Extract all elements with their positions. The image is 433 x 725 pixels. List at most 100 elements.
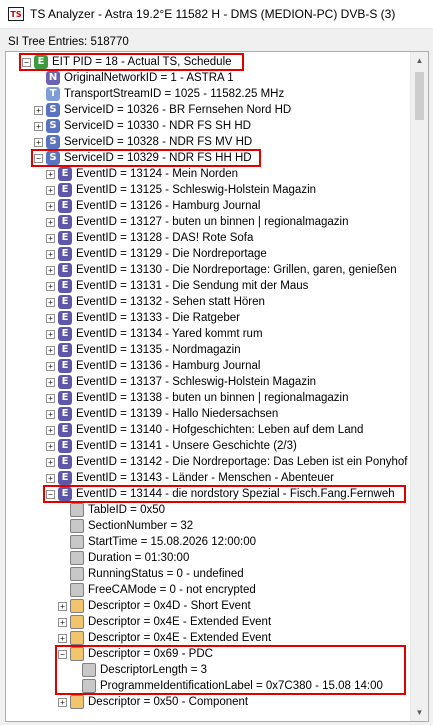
tree-row[interactable]: + E EventID = 13135 - Nordmagazin [6, 342, 406, 358]
tree-row-label: EventID = 13132 - Sehen statt Hören [76, 296, 265, 308]
tree-row[interactable]: + E EventID = 13141 - Unsere Geschichte (2… [6, 438, 406, 454]
tree-row[interactable]: + E EventID = 13126 - Hamburg Journal [6, 198, 406, 214]
node-e-icon: E [58, 167, 72, 181]
expand-icon[interactable]: + [34, 138, 43, 147]
expand-icon[interactable]: + [46, 410, 55, 419]
tree-row[interactable]: + S ServiceID = 10328 - NDR FS MV HD [6, 134, 406, 150]
expand-icon[interactable]: + [46, 282, 55, 291]
expand-icon[interactable]: + [34, 106, 43, 115]
tree-row[interactable]: + E EventID = 13132 - Sehen statt Hören [6, 294, 406, 310]
title-bar: TS TS Analyzer - Astra 19.2°E 11582 H - … [0, 0, 433, 29]
window-title: TS Analyzer - Astra 19.2°E 11582 H - DMS… [30, 7, 396, 21]
tree-row[interactable]: + E EventID = 13140 - Hofgeschichten: Lebe… [6, 422, 406, 438]
expand-icon[interactable]: + [58, 634, 67, 643]
expand-icon[interactable]: + [46, 378, 55, 387]
scroll-down-icon[interactable]: ▼ [411, 704, 428, 721]
tree-row[interactable]: + E EventID = 13127 - buten un binnen | re… [6, 214, 406, 230]
expand-icon[interactable]: + [46, 346, 55, 355]
expand-icon[interactable]: + [46, 250, 55, 259]
node-e-icon: E [58, 327, 72, 341]
tree-row[interactable]: T TransportStreamID = 1025 - 11582.25 MHz [6, 86, 406, 102]
expand-icon[interactable]: + [46, 298, 55, 307]
expand-icon[interactable]: + [46, 186, 55, 195]
tree-row[interactable]: + E EventID = 13139 - Hallo Niedersachsen [6, 406, 406, 422]
tree-row-label: EventID = 13129 - Die Nordreportage [76, 248, 267, 260]
tree-row[interactable]: RunningStatus = 0 - undefined [6, 566, 406, 582]
expand-icon[interactable]: + [58, 602, 67, 611]
tree-row[interactable]: + Descriptor = 0x4E - Extended Event [6, 614, 406, 630]
node-e-icon: E [58, 455, 72, 469]
field-icon [70, 535, 84, 549]
tree-row-label: EventID = 13133 - Die Ratgeber [76, 312, 240, 324]
node-s-icon: S [46, 119, 60, 133]
node-t-icon: T [46, 87, 60, 101]
tree-row-label: Descriptor = 0x4E - Extended Event [88, 616, 272, 628]
tree-row[interactable]: + E EventID = 13138 - buten un binnen | re… [6, 390, 406, 406]
expand-icon[interactable]: + [46, 426, 55, 435]
tree-row[interactable]: + E EventID = 13143 - Länder - Menschen - … [6, 470, 406, 486]
node-e-icon: E [58, 375, 72, 389]
expand-icon[interactable]: + [58, 698, 67, 707]
expand-icon[interactable]: + [46, 474, 55, 483]
tree-row[interactable]: + E EventID = 13136 - Hamburg Journal [6, 358, 406, 374]
tree-row[interactable]: + E EventID = 13124 - Mein Norden [6, 166, 406, 182]
expand-icon[interactable]: + [46, 330, 55, 339]
expand-icon[interactable]: + [46, 362, 55, 371]
field-icon [70, 583, 84, 597]
expand-icon[interactable]: + [46, 202, 55, 211]
tree-row[interactable]: TableID = 0x50 [6, 502, 406, 518]
tree-row[interactable]: + E EventID = 13137 - Schleswig-Holstein M… [6, 374, 406, 390]
expand-icon[interactable]: + [46, 442, 55, 451]
vertical-scrollbar[interactable]: ▲ ▼ [410, 52, 428, 721]
expand-icon[interactable]: + [46, 314, 55, 323]
tree-row[interactable]: Duration = 01:30:00 [6, 550, 406, 566]
tree-row[interactable]: FreeCAMode = 0 - not encrypted [6, 582, 406, 598]
tree-row[interactable]: + E EventID = 13129 - Die Nordreportage [6, 246, 406, 262]
node-e-icon: E [58, 279, 72, 293]
scroll-up-icon[interactable]: ▲ [411, 52, 428, 69]
tree-row[interactable]: + Descriptor = 0x4D - Short Event [6, 598, 406, 614]
tree-row[interactable]: N OriginalNetworkID = 1 - ASTRA 1 [6, 70, 406, 86]
tree-row-label: SectionNumber = 32 [88, 520, 194, 532]
tree-row[interactable]: + E EventID = 13134 - Yared kommt rum [6, 326, 406, 342]
tree-row[interactable]: + E EventID = 13133 - Die Ratgeber [6, 310, 406, 326]
expand-icon[interactable]: + [46, 266, 55, 275]
tree-row[interactable]: + Descriptor = 0x4E - Extended Event [6, 630, 406, 646]
tree-row[interactable]: + E EventID = 13131 - Die Sendung mit der … [6, 278, 406, 294]
highlight-pdc-descriptor [55, 645, 406, 695]
tree-row-label: ServiceID = 10328 - NDR FS MV HD [64, 136, 253, 148]
tree-row[interactable]: + E EventID = 13125 - Schleswig-Holstein M… [6, 182, 406, 198]
expand-icon[interactable]: + [46, 458, 55, 467]
tree-row-label: Descriptor = 0x4D - Short Event [88, 600, 251, 612]
tree-row-label: EventID = 13141 - Unsere Geschichte (2/3… [76, 440, 297, 452]
expand-icon[interactable]: + [46, 170, 55, 179]
tree-row-label: StartTime = 15.08.2026 12:00:00 [88, 536, 257, 548]
tree-row[interactable]: + Descriptor = 0x50 - Component [6, 694, 406, 710]
tree-row[interactable]: + E EventID = 13130 - Die Nordreportage: G… [6, 262, 406, 278]
expand-icon[interactable]: + [46, 394, 55, 403]
highlight-service-10329 [31, 149, 261, 167]
node-e-icon: E [58, 391, 72, 405]
node-s-icon: S [46, 135, 60, 149]
tree-row[interactable]: + S ServiceID = 10326 - BR Fernsehen Nord … [6, 102, 406, 118]
node-e-icon: E [58, 263, 72, 277]
tree-row[interactable]: + E EventID = 13142 - Die Nordreportage: D… [6, 454, 407, 470]
tree-row[interactable]: + E EventID = 13128 - DAS! Rote Sofa [6, 230, 406, 246]
tree-row[interactable]: + S ServiceID = 10330 - NDR FS SH HD [6, 118, 406, 134]
expand-icon[interactable]: + [58, 618, 67, 627]
field-icon [70, 567, 84, 581]
expand-icon[interactable]: + [46, 218, 55, 227]
scroll-thumb[interactable] [415, 72, 424, 120]
tree-row-label: EventID = 13140 - Hofgeschichten: Leben … [76, 424, 364, 436]
field-icon [70, 519, 84, 533]
expand-icon[interactable]: + [46, 234, 55, 243]
tree-row[interactable]: SectionNumber = 32 [6, 518, 406, 534]
expand-icon[interactable]: + [34, 122, 43, 131]
node-e-icon: E [58, 311, 72, 325]
tree-row-label: EventID = 13143 - Länder - Menschen - Ab… [76, 472, 334, 484]
tree-row-label: EventID = 13131 - Die Sendung mit der Ma… [76, 280, 309, 292]
node-e-icon: E [58, 343, 72, 357]
si-tree[interactable]: − E EIT PID = 18 - Actual TS, Schedule N Ori… [5, 51, 429, 722]
tree-row-label: ServiceID = 10330 - NDR FS SH HD [64, 120, 251, 132]
tree-row[interactable]: StartTime = 15.08.2026 12:00:00 [6, 534, 406, 550]
